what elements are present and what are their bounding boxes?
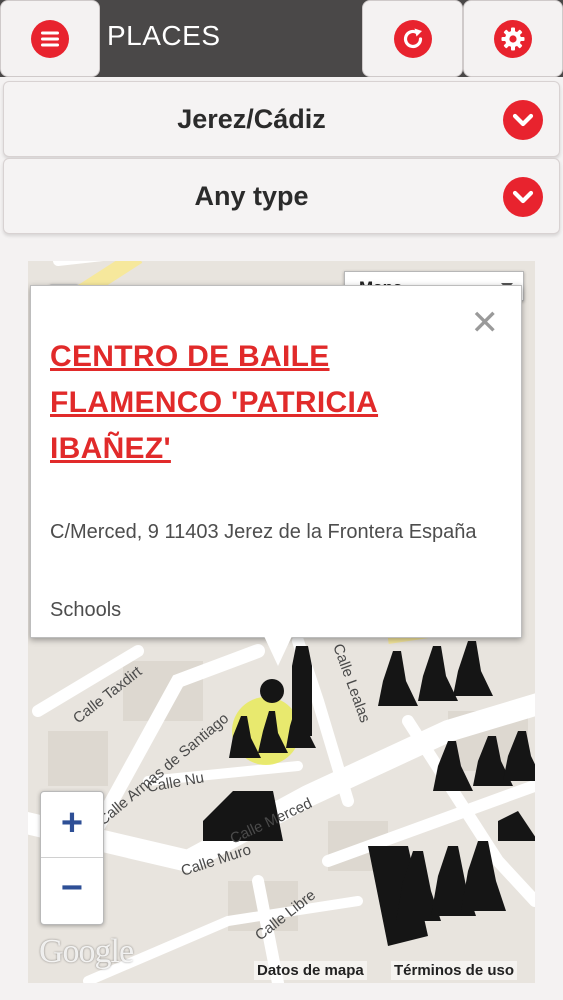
plus-icon: + bbox=[60, 802, 84, 844]
minus-icon: − bbox=[60, 867, 84, 909]
settings-button[interactable] bbox=[463, 0, 563, 77]
close-icon[interactable]: ✕ bbox=[471, 306, 500, 340]
terms-of-use-link[interactable]: Términos de uso bbox=[391, 961, 518, 980]
refresh-button[interactable] bbox=[362, 0, 463, 77]
type-select-value: Any type bbox=[194, 181, 309, 211]
location-select[interactable]: Jerez/Cádiz bbox=[3, 81, 560, 157]
app-header: PLACES bbox=[0, 0, 563, 77]
place-address: C/Merced, 9 11403 Jerez de la Frontera E… bbox=[50, 521, 477, 543]
refresh-icon bbox=[393, 19, 432, 58]
map-data-attribution[interactable]: Datos de mapa bbox=[254, 961, 367, 980]
menu-button[interactable] bbox=[0, 0, 100, 77]
google-logo: Google bbox=[39, 933, 134, 970]
gear-icon bbox=[494, 19, 532, 58]
hamburger-menu-icon bbox=[31, 19, 69, 58]
type-select[interactable]: Any type bbox=[3, 158, 560, 234]
place-category: Schools bbox=[50, 599, 122, 621]
info-window-pointer bbox=[264, 636, 292, 666]
page-title: PLACES bbox=[107, 20, 221, 51]
zoom-out-button[interactable]: − bbox=[41, 859, 103, 925]
zoom-control: + − bbox=[40, 791, 104, 925]
map-view[interactable]: Calle Taxdirt Calle Armas de Santiago Ca… bbox=[28, 261, 535, 983]
chevron-down-icon bbox=[503, 100, 543, 140]
zoom-in-button[interactable]: + bbox=[41, 792, 103, 858]
place-info-window: ✕ CENTRO DE BAILE FLAMENCO 'PATRICIA IBA… bbox=[30, 285, 522, 638]
place-title-link[interactable]: CENTRO DE BAILE FLAMENCO 'PATRICIA IBAÑE… bbox=[50, 334, 470, 472]
chevron-down-icon bbox=[503, 177, 543, 217]
location-select-value: Jerez/Cádiz bbox=[177, 104, 326, 134]
